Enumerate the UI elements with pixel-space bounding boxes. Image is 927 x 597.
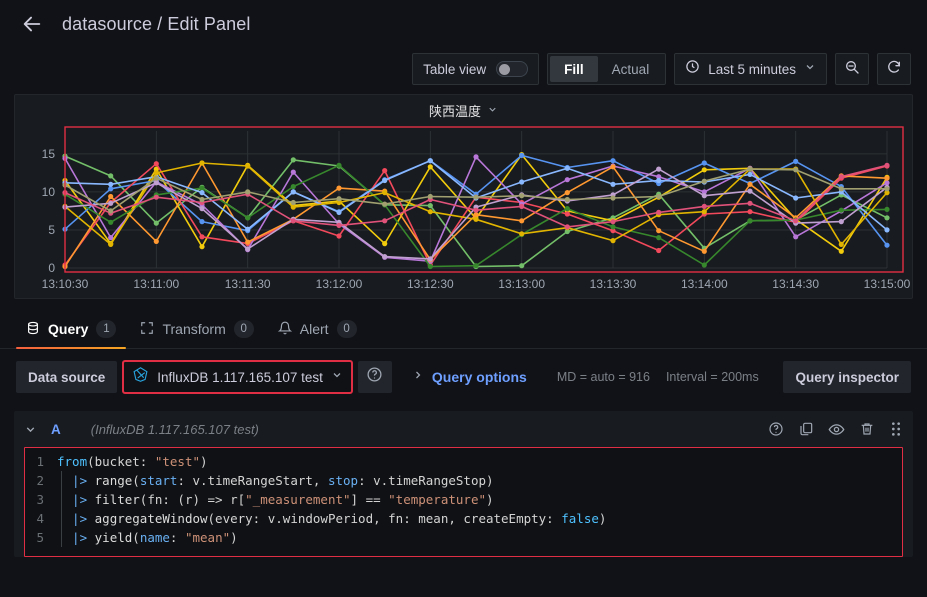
svg-text:10: 10: [42, 185, 56, 199]
tab-transform[interactable]: Transform 0: [130, 320, 263, 348]
chevron-down-icon[interactable]: [487, 103, 498, 118]
tab-query-count: 1: [96, 320, 117, 338]
svg-text:13:14:30: 13:14:30: [772, 277, 819, 291]
tab-query[interactable]: Query 1: [16, 320, 127, 349]
code-line: |> aggregateWindow(every: v.windowPeriod…: [57, 511, 607, 526]
tab-transform-count: 0: [233, 320, 254, 338]
visualization-panel: 陕西温度 0 5 10 15 13:10:30 13:11:00 13:11:30 13:12…: [14, 94, 913, 299]
chevron-right-icon: [412, 368, 424, 386]
time-range-label: Last 5 minutes: [708, 61, 796, 77]
page-title: datasource / Edit Panel: [62, 13, 251, 34]
help-circle-icon: [366, 366, 383, 388]
datasource-row: Data source InfluxDB 1.117.165.107 test …: [0, 349, 927, 394]
drag-query-handle[interactable]: [889, 421, 903, 437]
max-data-points-meta: MD = auto = 916: [556, 370, 650, 384]
svg-text:13:11:00: 13:11:00: [133, 277, 179, 291]
bell-icon: [277, 321, 292, 338]
code-line: from(bucket: "test"): [57, 454, 208, 469]
time-series-chart: 0 5 10 15 13:10:30 13:11:00 13:11:30 13:12:00 13…: [15, 123, 912, 298]
table-view-label: Table view: [423, 61, 487, 77]
code-line: |> range(start: v.timeRangeStart, stop: …: [57, 473, 494, 488]
query-inspector-button[interactable]: Query inspector: [783, 361, 911, 393]
code-line: |> filter(fn: (r) => r["_measurement"] =…: [57, 492, 494, 507]
table-view-toggle[interactable]: Table view: [412, 53, 540, 85]
transform-icon: [140, 321, 154, 338]
remove-query-button[interactable]: [859, 421, 875, 437]
datasource-picker[interactable]: InfluxDB 1.117.165.107 test: [122, 360, 353, 394]
time-range-picker[interactable]: Last 5 minutes: [674, 53, 827, 85]
query-editor-header: A (InfluxDB 1.117.165.107 test): [14, 411, 913, 447]
table-view-switch[interactable]: [496, 61, 529, 77]
fill-option[interactable]: Fill: [550, 56, 598, 82]
query-actions: [768, 421, 903, 438]
code-line: |> yield(name: "mean"): [57, 530, 238, 545]
actual-option[interactable]: Actual: [598, 56, 664, 82]
panel-toolbar: Table view Fill Actual Last 5 minutes: [0, 48, 927, 90]
svg-text:13:12:00: 13:12:00: [316, 277, 363, 291]
line-number: 3: [36, 492, 44, 507]
tab-alert[interactable]: Alert 0: [268, 320, 367, 348]
clock-icon: [685, 59, 700, 79]
back-button[interactable]: [16, 8, 48, 40]
panel-header[interactable]: 陕西温度: [15, 95, 912, 120]
tab-alert-label: Alert: [299, 321, 329, 337]
svg-text:13:11:30: 13:11:30: [225, 277, 271, 291]
datasource-help-button[interactable]: [357, 361, 392, 393]
chevron-down-icon: [804, 60, 816, 78]
line-number: 5: [36, 530, 44, 545]
refresh-icon: [886, 59, 902, 80]
line-number: 2: [36, 473, 44, 488]
edit-panel-page: datasource / Edit Panel Table view Fill …: [0, 0, 927, 597]
collapse-query-button[interactable]: [24, 423, 37, 436]
duplicate-query-button[interactable]: [798, 421, 814, 437]
line-number: 1: [36, 454, 44, 469]
svg-text:13:10:30: 13:10:30: [42, 277, 89, 291]
svg-text:13:14:00: 13:14:00: [681, 277, 728, 291]
line-number: 4: [36, 511, 44, 526]
zoom-out-icon: [844, 59, 860, 80]
page-header: datasource / Edit Panel: [0, 0, 927, 48]
query-options-meta: MD = auto = 916 Interval = 200ms: [557, 370, 759, 384]
svg-text:13:12:30: 13:12:30: [407, 277, 454, 291]
fill-actual-segmented-control[interactable]: Fill Actual: [547, 53, 667, 85]
zoom-out-button[interactable]: [835, 53, 869, 85]
editor-code-content[interactable]: from(bucket: "test") |> range(start: v.t…: [51, 452, 902, 548]
interval-meta: Interval = 200ms: [665, 370, 759, 384]
panel-title: 陕西温度: [428, 104, 481, 119]
refresh-button[interactable]: [877, 53, 911, 85]
svg-text:5: 5: [48, 223, 55, 237]
chart-svg: 0 5 10 15 13:10:30 13:11:00 13:11:30 13:12:00 13…: [42, 126, 911, 291]
toggle-visibility-button[interactable]: [828, 421, 845, 438]
query-ref-id[interactable]: A: [51, 422, 61, 437]
query-options-toggle[interactable]: Query options: [402, 361, 537, 393]
datasource-name: InfluxDB 1.117.165.107 test: [157, 369, 323, 385]
editor-line-numbers: 1 2 3 4 5: [25, 452, 51, 548]
query-datasource-note: (InfluxDB 1.117.165.107 test): [90, 421, 259, 437]
switch-knob: [499, 63, 511, 75]
query-options-label: Query options: [431, 369, 527, 385]
svg-text:13:15:00: 13:15:00: [864, 277, 911, 291]
editor-tabs: Query 1 Transform 0 Alert 0: [0, 305, 927, 349]
datasource-label: Data source: [16, 361, 118, 393]
flux-code-editor[interactable]: 1 2 3 4 5 from(bucket: "test") |> range(star…: [24, 447, 903, 557]
indent-guide: [61, 471, 62, 547]
svg-text:15: 15: [42, 147, 56, 161]
chevron-down-icon[interactable]: [331, 368, 343, 386]
database-icon: [26, 321, 40, 338]
tab-transform-label: Transform: [162, 321, 226, 337]
tab-query-label: Query: [48, 321, 89, 337]
svg-text:13:13:30: 13:13:30: [590, 277, 637, 291]
query-editor-card: A (InfluxDB 1.117.165.107 test) 1 2 3 4 …: [14, 411, 913, 557]
svg-text:0: 0: [48, 261, 55, 275]
query-help-button[interactable]: [768, 421, 784, 437]
tab-alert-count: 0: [336, 320, 357, 338]
influxdb-icon: [132, 366, 149, 388]
svg-text:13:13:00: 13:13:00: [498, 277, 545, 291]
